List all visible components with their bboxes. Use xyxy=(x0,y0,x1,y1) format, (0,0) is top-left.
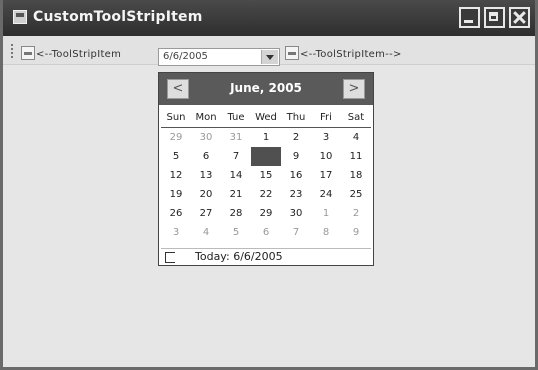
window-title: CustomToolStripItem xyxy=(33,9,203,25)
calendar-day[interactable]: 14 xyxy=(221,166,251,185)
main-window: CustomToolStripItem <--ToolStripItem 6/6… xyxy=(0,0,538,370)
calendar-footer: Today: 6/6/2005 xyxy=(161,248,371,265)
calendar-day[interactable]: 30 xyxy=(281,204,311,223)
title-bar[interactable]: CustomToolStripItem xyxy=(3,0,535,36)
calendar-day[interactable]: 6 xyxy=(251,223,281,242)
calendar-day[interactable]: 15 xyxy=(251,166,281,185)
weekday-header: Sun xyxy=(161,108,191,128)
calendar-day[interactable]: 2 xyxy=(281,128,311,148)
calendar-day[interactable]: 6 xyxy=(191,147,221,166)
calendar-week-row: 29 30 31 1 2 3 4 xyxy=(161,128,371,148)
calendar-day[interactable]: 4 xyxy=(341,128,371,148)
calendar-day[interactable]: 29 xyxy=(251,204,281,223)
weekday-header: Mon xyxy=(191,108,221,128)
calendar-day[interactable]: 29 xyxy=(161,128,191,148)
calendar-day[interactable]: 8 xyxy=(311,223,341,242)
calendar-month-title[interactable]: June, 2005 xyxy=(199,81,333,95)
tool-strip-item-icon xyxy=(285,46,299,60)
calendar-day[interactable]: 19 xyxy=(161,185,191,204)
calendar-day[interactable]: 17 xyxy=(311,166,341,185)
calendar-day[interactable]: 7 xyxy=(221,147,251,166)
calendar-day[interactable]: 5 xyxy=(221,223,251,242)
close-button[interactable] xyxy=(509,7,530,28)
calendar-day[interactable]: 10 xyxy=(311,147,341,166)
calendar-day[interactable]: 22 xyxy=(251,185,281,204)
calendar-week-row: 26 27 28 29 30 1 2 xyxy=(161,204,371,223)
calendar-day[interactable]: 3 xyxy=(161,223,191,242)
calendar-day[interactable]: 21 xyxy=(221,185,251,204)
calendar-day[interactable]: 7 xyxy=(281,223,311,242)
dropdown-arrow-icon[interactable] xyxy=(261,50,278,64)
calendar-day[interactable]: 31 xyxy=(221,128,251,148)
calendar-day[interactable]: 12 xyxy=(161,166,191,185)
tool-strip: <--ToolStripItem 6/6/2005 <--ToolStripIt… xyxy=(3,36,535,66)
app-icon xyxy=(13,10,27,24)
next-month-button[interactable]: > xyxy=(343,79,365,99)
tool-strip-item-right[interactable]: <--ToolStripItem--> xyxy=(300,49,402,60)
calendar-week-row: 3456789 xyxy=(161,223,371,242)
date-picker-combo[interactable]: 6/6/2005 xyxy=(158,48,280,66)
calendar-day[interactable]: 4 xyxy=(191,223,221,242)
calendar-day[interactable]: 25 xyxy=(341,185,371,204)
calendar-day[interactable]: 20 xyxy=(191,185,221,204)
calendar-day[interactable]: 9 xyxy=(281,147,311,166)
calendar-week-row: 19 20 21 22 23 24 25 xyxy=(161,185,371,204)
previous-month-button[interactable]: < xyxy=(167,79,189,99)
calendar-week-row: 5 6 7 8 9 10 11 xyxy=(161,147,371,166)
calendar-day[interactable]: 1 xyxy=(251,128,281,148)
calendar-day[interactable]: 11 xyxy=(341,147,371,166)
weekday-header: Thu xyxy=(281,108,311,128)
calendar-day[interactable]: 18 xyxy=(341,166,371,185)
maximize-button[interactable] xyxy=(484,7,505,28)
calendar-day[interactable]: 16 xyxy=(281,166,311,185)
calendar-header: < June, 2005 > xyxy=(159,73,373,105)
weekday-header: Fri xyxy=(311,108,341,128)
calendar-week-row: 12 13 14 15 16 17 18 xyxy=(161,166,371,185)
calendar-day[interactable]: 30 xyxy=(191,128,221,148)
calendar-grid: Sun Mon Tue Wed Thu Fri Sat 29 30 31 1 2 3 4 5 6 7 8 9 10 1… xyxy=(161,108,371,242)
calendar-day[interactable]: 27 xyxy=(191,204,221,223)
calendar-day[interactable]: 1 xyxy=(311,204,341,223)
tool-strip-grip[interactable] xyxy=(11,44,15,58)
calendar-day[interactable]: 9 xyxy=(341,223,371,242)
calendar-day[interactable]: 28 xyxy=(221,204,251,223)
calendar-day[interactable]: 2 xyxy=(341,204,371,223)
calendar-day[interactable]: 13 xyxy=(191,166,221,185)
tool-strip-item-left[interactable]: <--ToolStripItem xyxy=(36,49,121,60)
calendar-day-selected[interactable]: 8 xyxy=(251,147,281,166)
calendar-day[interactable]: 3 xyxy=(311,128,341,148)
calendar-day[interactable]: 23 xyxy=(281,185,311,204)
weekday-header: Tue xyxy=(221,108,251,128)
weekday-header-row: Sun Mon Tue Wed Thu Fri Sat xyxy=(161,108,371,128)
today-link[interactable]: Today: 6/6/2005 xyxy=(195,250,283,263)
minimize-button[interactable] xyxy=(459,7,480,28)
tool-strip-item-icon xyxy=(21,46,35,60)
weekday-header: Wed xyxy=(251,108,281,128)
calendar-day[interactable]: 24 xyxy=(311,185,341,204)
weekday-header: Sat xyxy=(341,108,371,128)
calendar-day[interactable]: 5 xyxy=(161,147,191,166)
today-marker-icon xyxy=(165,252,175,263)
calendar-day[interactable]: 26 xyxy=(161,204,191,223)
month-calendar-dropdown: < June, 2005 > Sun Mon Tue Wed Thu Fri Sat 29 3… xyxy=(158,72,374,266)
date-picker-value: 6/6/2005 xyxy=(163,51,208,62)
